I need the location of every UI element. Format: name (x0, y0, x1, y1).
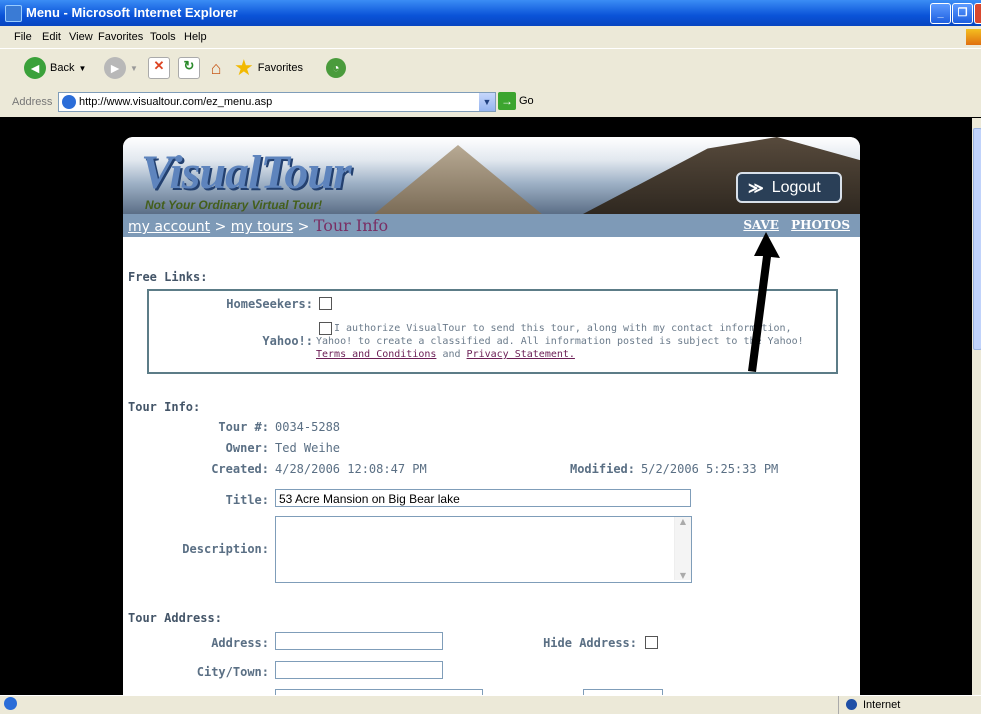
owner-value: Ted Weihe (275, 441, 341, 455)
breadcrumb-current: Tour Info (313, 216, 389, 235)
save-link[interactable]: SAVE (743, 218, 779, 232)
history-button[interactable]: ◔ (326, 55, 346, 81)
modified-label: Modified: (569, 462, 635, 476)
title-input[interactable]: 53 Acre Mansion on Big Bear lake (275, 489, 691, 507)
header-house-image (373, 145, 543, 214)
tour-address-heading: Tour Address: (128, 611, 222, 625)
menu-view[interactable]: View (69, 31, 93, 43)
breadcrumb: my account > my tours > Tour Info (128, 216, 388, 235)
address-field-label: Address: (211, 636, 269, 650)
history-icon: ◔ (326, 58, 346, 78)
annotation-arrow-icon (748, 232, 780, 372)
scrollbar-thumb[interactable] (973, 128, 981, 350)
windows-flag-icon (966, 29, 981, 45)
window-title-bar: Menu - Microsoft Internet Explorer _ ❐ (0, 0, 981, 26)
breadcrumb-sep: > (214, 219, 227, 235)
tour-info-heading: Tour Info: (128, 400, 201, 414)
go-button[interactable]: → Go (498, 92, 534, 110)
minimize-button[interactable]: _ (930, 3, 951, 24)
free-links-heading: Free Links: (128, 270, 208, 284)
forward-button[interactable]: ► ▼ (104, 55, 138, 81)
address-dropdown-icon[interactable]: ▼ (479, 93, 495, 111)
refresh-button[interactable]: ↻ (178, 55, 200, 81)
breadcrumb-sep: > (297, 219, 310, 235)
tour-number-value: 0034-5288 (275, 420, 341, 434)
menu-bar: File Edit View Favorites Tools Help (0, 26, 981, 48)
back-arrow-icon: ◄ (24, 57, 46, 79)
menu-edit[interactable]: Edit (42, 31, 61, 43)
logout-arrows-icon: ≫ (748, 179, 764, 197)
hide-address-checkbox[interactable] (645, 636, 658, 649)
breadcrumb-my-account[interactable]: my account (128, 219, 210, 235)
owner-label: Owner: (225, 441, 269, 455)
logout-label: Logout (771, 178, 821, 196)
close-button[interactable] (974, 3, 981, 24)
address-input[interactable]: http://www.visualtour.com/ez_menu.asp ▼ (58, 92, 496, 112)
address-url: http://www.visualtour.com/ez_menu.asp (79, 96, 273, 108)
go-arrow-icon: → (498, 92, 516, 110)
menu-tools[interactable]: Tools (150, 31, 176, 43)
logout-button[interactable]: ≫ Logout (736, 172, 842, 203)
page-actions: SAVE PHOTOS (735, 218, 850, 232)
vertical-scrollbar[interactable] (972, 118, 981, 695)
hide-address-label: Hide Address: (543, 636, 637, 650)
refresh-icon: ↻ (178, 57, 200, 79)
scroll-up-icon[interactable]: ▲ (675, 517, 691, 526)
status-bar: Internet (0, 695, 981, 714)
page-status-icon (4, 697, 17, 710)
back-label: Back (50, 62, 75, 74)
privacy-link[interactable]: Privacy Statement. (467, 349, 575, 360)
city-label: City/Town: (196, 665, 269, 679)
forward-arrow-icon: ► (104, 57, 126, 79)
created-value: 4/28/2006 12:08:47 PM (275, 462, 427, 476)
modified-value: 5/2/2006 5:25:33 PM (641, 462, 779, 476)
menu-favorites[interactable]: Favorites (98, 31, 143, 43)
homeseekers-checkbox[interactable] (319, 297, 332, 310)
stop-icon: ✕ (148, 57, 170, 79)
standard-toolbar: ◄ Back ▼ ► ▼ ✕ ↻ ⌂ ★ Favorites ◔ (0, 48, 981, 88)
menu-file[interactable]: File (14, 31, 32, 43)
back-dropdown-icon[interactable]: ▼ (78, 64, 86, 73)
internet-zone-icon (846, 699, 857, 710)
home-button[interactable]: ⌂ (206, 55, 226, 81)
home-icon: ⌂ (210, 58, 222, 78)
favorites-star-icon: ★ (234, 55, 254, 80)
go-label: Go (519, 95, 534, 107)
scroll-down-icon[interactable]: ▼ (675, 571, 691, 580)
visualtour-logo: VisualTour (141, 146, 352, 199)
address-label: Address (12, 96, 53, 108)
site-header: VisualTour Not Your Ordinary Virtual Tou… (123, 137, 860, 214)
restore-button[interactable]: ❐ (952, 3, 973, 24)
favorites-label: Favorites (257, 62, 303, 74)
forward-dropdown-icon[interactable]: ▼ (130, 64, 138, 73)
page-ie-icon (62, 95, 76, 109)
back-button[interactable]: ◄ Back ▼ (24, 55, 86, 81)
yahoo-label: Yahoo!: (262, 334, 313, 348)
created-label: Created: (211, 462, 269, 476)
description-textarea[interactable]: ▲ ▼ (275, 516, 692, 583)
ie-app-icon (5, 5, 22, 22)
tagline: Not Your Ordinary Virtual Tour! (145, 198, 323, 212)
city-input[interactable] (275, 661, 443, 679)
tour-number-label: Tour #: (218, 420, 269, 434)
terms-link[interactable]: Terms and Conditions (316, 349, 436, 360)
and-text: and (442, 349, 461, 360)
stop-button[interactable]: ✕ (148, 55, 170, 81)
visualtour-page: VisualTour Not Your Ordinary Virtual Tou… (123, 137, 860, 697)
status-divider (838, 696, 839, 714)
description-label: Description: (182, 542, 269, 556)
address-bar: Address http://www.visualtour.com/ez_men… (0, 87, 981, 117)
favorites-button[interactable]: ★ Favorites (234, 55, 303, 81)
photos-link[interactable]: PHOTOS (791, 218, 850, 232)
homeseekers-label: HomeSeekers: (226, 297, 313, 311)
window-title: Menu - Microsoft Internet Explorer (26, 5, 238, 20)
description-scrollbar[interactable]: ▲ ▼ (674, 517, 691, 580)
breadcrumb-my-tours[interactable]: my tours (231, 219, 293, 235)
menu-help[interactable]: Help (184, 31, 207, 43)
internet-zone-label: Internet (863, 699, 901, 711)
address-field-input[interactable] (275, 632, 443, 650)
title-label: Title: (225, 493, 269, 507)
